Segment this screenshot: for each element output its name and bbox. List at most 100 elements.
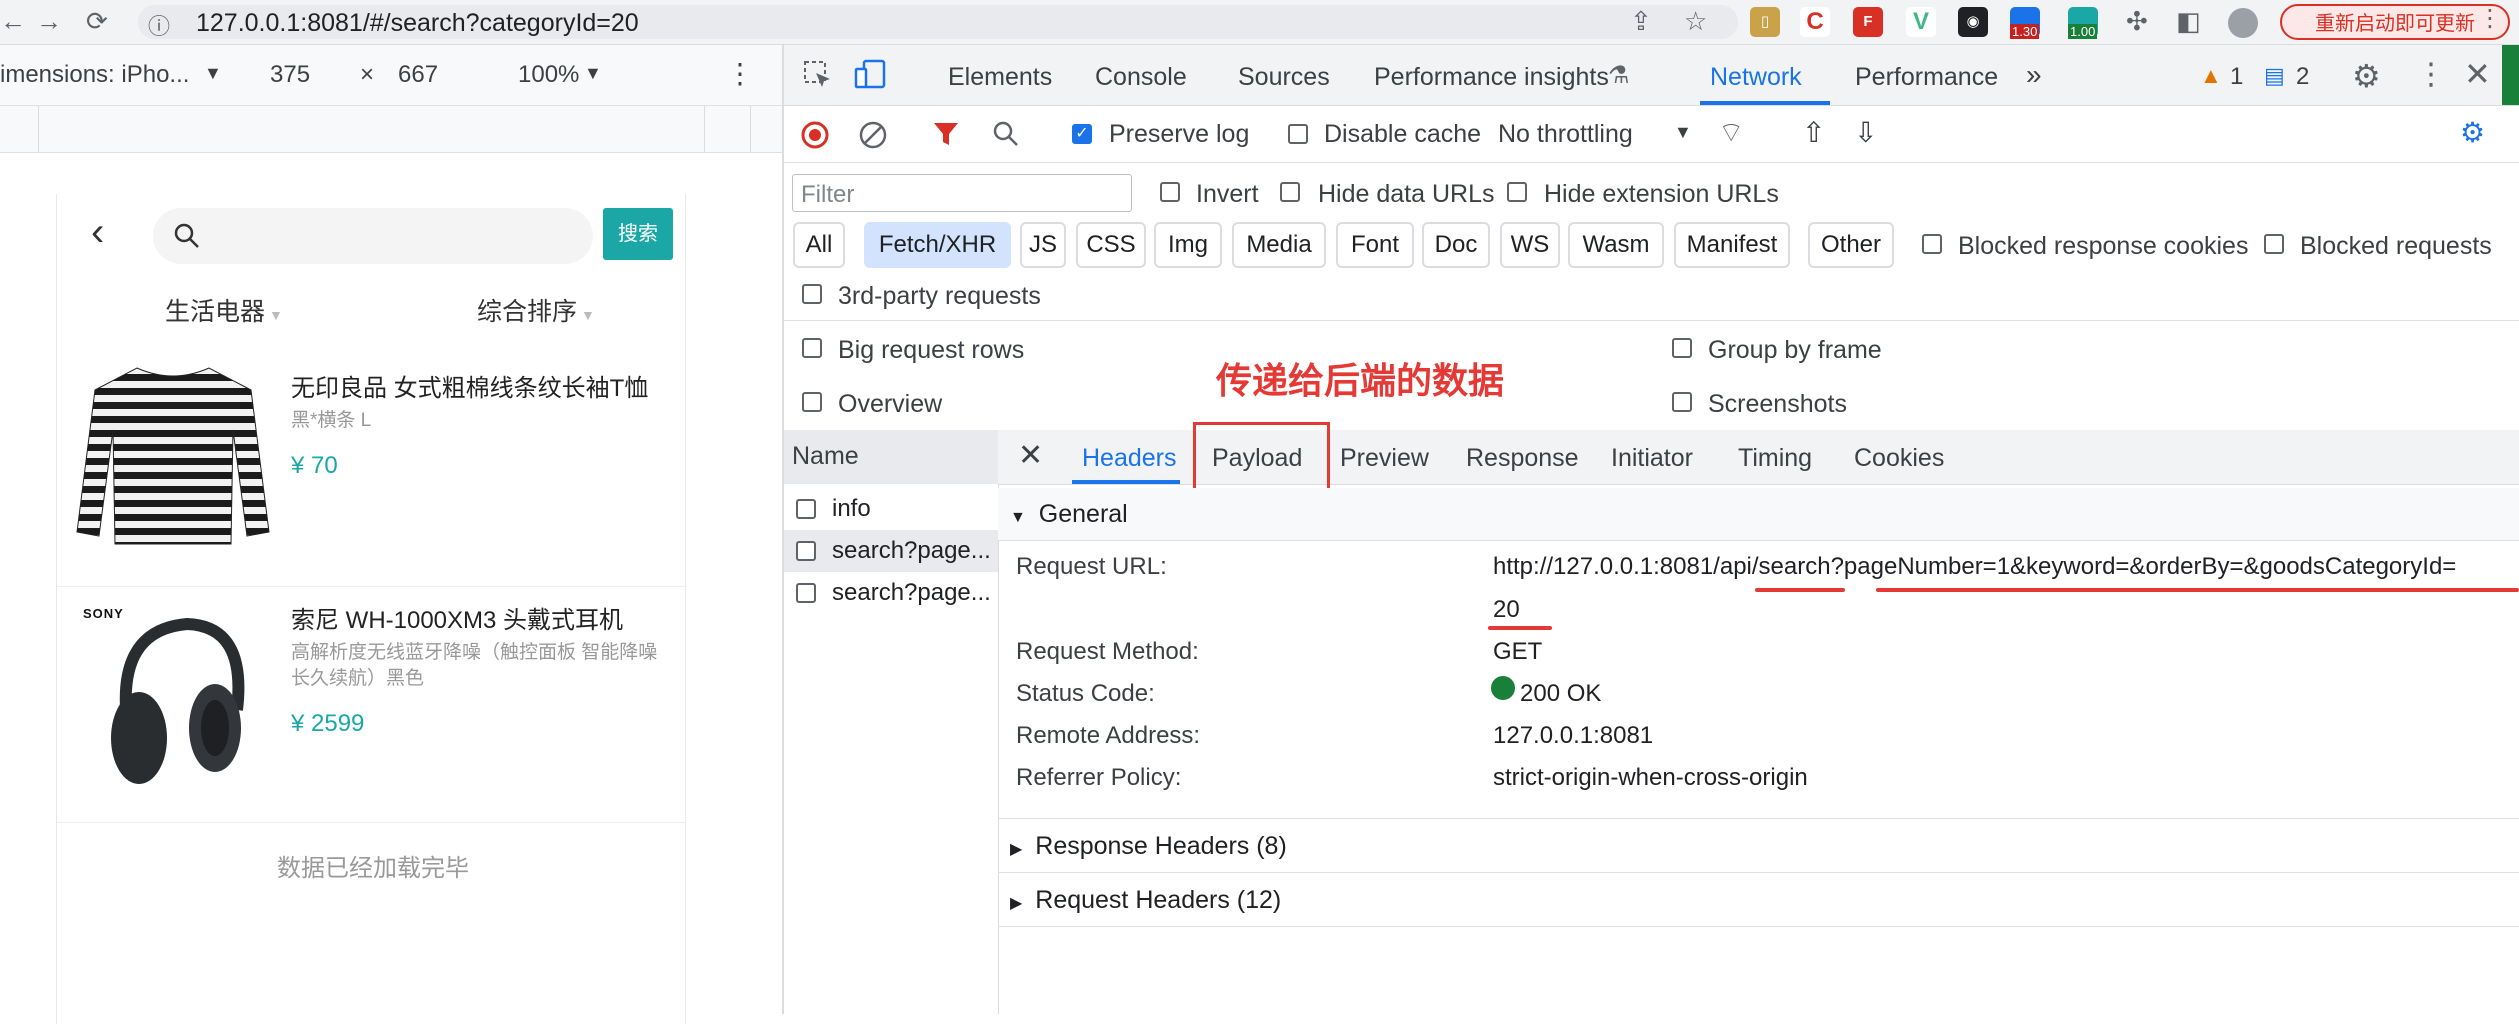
import-har-icon[interactable]: ⇧: [1802, 116, 1825, 149]
record-stop-icon[interactable]: [800, 120, 830, 150]
search-icon[interactable]: [992, 120, 1020, 148]
tab-timing[interactable]: Timing: [1738, 444, 1812, 473]
disable-cache-checkbox[interactable]: [1288, 124, 1308, 144]
zoom-select[interactable]: 100%: [518, 61, 579, 89]
chevron-down-icon[interactable]: ▼: [584, 63, 602, 84]
tab-elements[interactable]: Elements: [948, 63, 1052, 92]
close-detail-icon[interactable]: ✕: [1018, 438, 1043, 473]
chevron-down-icon[interactable]: ▼: [204, 63, 222, 84]
blocked-response-cookies-checkbox[interactable]: [1922, 234, 1942, 254]
close-devtools-icon[interactable]: ✕: [2464, 55, 2491, 93]
tab-console[interactable]: Console: [1095, 63, 1187, 92]
back-icon[interactable]: ←: [0, 6, 26, 37]
tab-network[interactable]: Network: [1710, 63, 1802, 92]
network-settings-icon[interactable]: ⚙: [2460, 116, 2485, 149]
extensions-puzzle-icon[interactable]: ✣: [2126, 6, 2148, 37]
chip-doc[interactable]: Doc: [1422, 222, 1490, 268]
group-by-frame-checkbox[interactable]: [1672, 338, 1692, 358]
invert-checkbox[interactable]: [1160, 182, 1180, 202]
request-headers-section[interactable]: ▶ Request Headers (12): [998, 874, 2519, 927]
chip-css[interactable]: CSS: [1076, 222, 1146, 268]
profile-avatar[interactable]: [2228, 8, 2258, 38]
tab-performance[interactable]: Performance: [1855, 63, 1998, 92]
reload-icon[interactable]: ⟳: [86, 6, 108, 37]
chip-fetch-xhr[interactable]: Fetch/XHR: [864, 222, 1011, 268]
request-row-info[interactable]: info: [784, 488, 998, 530]
chip-all[interactable]: All: [793, 222, 845, 268]
third-party-checkbox[interactable]: [802, 284, 822, 304]
active-tab-indicator: [1700, 101, 1830, 105]
network-conditions-icon[interactable]: ⌔: [1718, 116, 1744, 151]
filter-funnel-icon[interactable]: [932, 120, 960, 148]
sort-filter[interactable]: 综合排序 ▼: [477, 292, 595, 328]
chip-media[interactable]: Media: [1232, 222, 1326, 268]
chip-js[interactable]: JS: [1020, 222, 1066, 268]
message-icon[interactable]: ▤: [2264, 63, 2285, 89]
chip-ws[interactable]: WS: [1500, 222, 1560, 268]
share-icon[interactable]: ⇪: [1630, 6, 1652, 37]
product-item[interactable]: SONY 索尼 WH-1000XM3 头戴式耳机 高解析度无线蓝牙降噪（触控面板…: [57, 590, 685, 820]
forward-icon[interactable]: →: [36, 6, 62, 37]
tab-response[interactable]: Response: [1466, 444, 1579, 473]
tab-performance-insights[interactable]: Performance insights: [1374, 63, 1609, 92]
chip-font[interactable]: Font: [1336, 222, 1414, 268]
extension-fe-icon[interactable]: F: [1853, 7, 1883, 37]
name-column-header[interactable]: Name: [792, 442, 859, 471]
tab-headers[interactable]: Headers: [1082, 444, 1177, 473]
request-url-value-cont[interactable]: 20: [1493, 596, 1520, 624]
general-section-header[interactable]: ▼ General: [998, 488, 2519, 541]
product-item[interactable]: 无印良品 女式粗棉线条纹长袖T恤 黑*横条 L ¥ 70: [57, 342, 685, 582]
url-text[interactable]: 127.0.0.1:8081/#/search?categoryId=20: [196, 9, 639, 38]
chip-manifest[interactable]: Manifest: [1674, 222, 1790, 268]
clear-icon[interactable]: [858, 120, 888, 150]
request-row-search[interactable]: search?page...: [784, 572, 998, 614]
bookmark-star-icon[interactable]: ☆: [1684, 6, 1707, 37]
request-row-search-selected[interactable]: search?page...: [784, 530, 998, 572]
screenshots-checkbox[interactable]: [1672, 392, 1692, 412]
big-request-rows-checkbox[interactable]: [802, 338, 822, 358]
device-height[interactable]: 667: [398, 61, 438, 89]
overview-checkbox[interactable]: [802, 392, 822, 412]
back-arrow-icon[interactable]: ‹: [91, 210, 104, 255]
restart-update-button[interactable]: 重新启动即可更新: [2280, 4, 2510, 40]
filter-input[interactable]: Filter: [792, 174, 1132, 212]
export-har-icon[interactable]: ⇩: [1854, 116, 1877, 149]
extension-c-icon[interactable]: C: [1800, 7, 1830, 37]
chip-other[interactable]: Other: [1808, 222, 1894, 268]
hide-extension-urls-checkbox[interactable]: [1507, 182, 1527, 202]
more-options-icon[interactable]: ⋮: [2416, 57, 2446, 92]
device-dimensions-select[interactable]: imensions: iPho...: [0, 61, 189, 89]
more-tabs-icon[interactable]: »: [2026, 59, 2042, 91]
more-options-icon[interactable]: ⋮: [726, 57, 754, 90]
inspect-element-icon[interactable]: [802, 59, 834, 91]
tab-sources[interactable]: Sources: [1238, 63, 1330, 92]
throttling-select[interactable]: No throttling: [1498, 120, 1633, 149]
info-icon[interactable]: ⓘ: [148, 9, 170, 41]
chip-wasm[interactable]: Wasm: [1568, 222, 1664, 268]
settings-gear-icon[interactable]: ⚙: [2352, 57, 2381, 95]
blocked-requests-checkbox[interactable]: [2264, 234, 2284, 254]
warning-icon[interactable]: ▲: [2200, 63, 2222, 89]
extension-icon[interactable]: ▯: [1750, 7, 1780, 37]
vue-devtools-icon[interactable]: V: [1906, 7, 1936, 37]
category-filter[interactable]: 生活电器 ▼: [165, 292, 283, 328]
extension-bot-icon[interactable]: ◉: [1958, 7, 1988, 37]
search-button[interactable]: 搜索: [603, 208, 673, 260]
preserve-log-checkbox[interactable]: ✓: [1072, 124, 1092, 144]
device-width[interactable]: 375: [270, 61, 310, 89]
chip-img[interactable]: Img: [1154, 222, 1222, 268]
request-method-value: GET: [1493, 638, 1543, 665]
tab-cookies[interactable]: Cookies: [1854, 444, 1944, 473]
chevron-down-icon[interactable]: ▼: [1674, 122, 1692, 143]
response-headers-section[interactable]: ▶ Response Headers (8): [998, 820, 2519, 873]
side-indicator: [2502, 45, 2519, 105]
device-toggle-icon[interactable]: [854, 59, 888, 91]
chrome-menu-icon[interactable]: ⋮: [2478, 4, 2502, 33]
preserve-log-label: Preserve log: [1109, 120, 1250, 148]
tab-initiator[interactable]: Initiator: [1611, 444, 1693, 473]
hide-data-urls-checkbox[interactable]: [1280, 182, 1300, 202]
request-url-value[interactable]: http://127.0.0.1:8081/api/search?pageNum…: [1493, 553, 2456, 581]
side-panel-icon[interactable]: ◧: [2176, 6, 2201, 37]
tab-preview[interactable]: Preview: [1340, 444, 1429, 473]
search-input[interactable]: [153, 208, 593, 264]
